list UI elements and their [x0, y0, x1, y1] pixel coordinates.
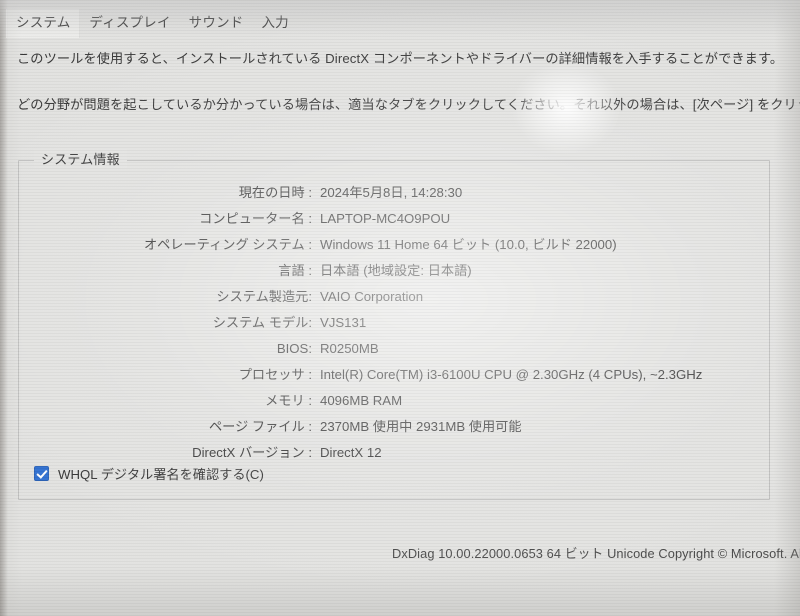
info-row-value: R0250MB	[320, 341, 379, 356]
whql-checkbox-label: WHQL デジタル署名を確認する(C)	[58, 467, 264, 482]
info-row-label: メモリ :	[265, 393, 312, 408]
info-row: ページ ファイル : 2370MB 使用中 2931MB 使用可能	[18, 418, 770, 444]
tab-sound[interactable]: サウンド	[180, 9, 253, 39]
tab-system[interactable]: システム	[6, 8, 81, 38]
tab-input-label: 入力	[261, 14, 289, 30]
info-row-label: 言語 :	[278, 263, 312, 278]
intro-line-1: このツールを使用すると、インストールされている DirectX コンポーネントや…	[17, 51, 784, 66]
tab-sound-label: サウンド	[188, 14, 244, 30]
info-row-label: システム製造元:	[216, 289, 312, 304]
system-info-groupbox-title: システム情報	[34, 149, 127, 168]
info-row-value: LAPTOP-MC4O9POU	[320, 211, 451, 226]
whql-checkbox-row[interactable]: WHQL デジタル署名を確認する(C)	[34, 464, 264, 483]
checkbox-checked-icon[interactable]	[34, 466, 49, 481]
info-row-value: DirectX 12	[320, 445, 382, 460]
info-row: 言語 : 日本語 (地域設定: 日本語)	[18, 262, 770, 288]
info-row-value: 2024年5月8日, 14:28:30	[320, 185, 463, 200]
tab-display-label: ディスプレイ	[89, 14, 171, 30]
info-row: システム モデル: VJS131	[18, 314, 770, 340]
info-row-label: ページ ファイル :	[208, 419, 312, 434]
info-row-label: システム モデル:	[212, 315, 312, 330]
system-info-rows: 現在の日時 : 2024年5月8日, 14:28:30 コンピューター名 : LAPT…	[18, 184, 770, 470]
tab-input[interactable]: 入力	[252, 9, 297, 39]
info-row: コンピューター名 : LAPTOP-MC4O9POU	[18, 210, 770, 236]
intro-line-2: どの分野が問題を起こしているか分かっている場合は、適当なタブをクリックしてくださ…	[17, 97, 800, 112]
info-row-value: 日本語 (地域設定: 日本語)	[320, 263, 472, 278]
tab-display[interactable]: ディスプレイ	[80, 9, 179, 39]
info-row-label: BIOS:	[276, 341, 312, 356]
dxdiag-window: システム ディスプレイ サウンド 入力 このツールを使用すると、インストールされ…	[0, 0, 800, 616]
info-row: オペレーティング システム : Windows 11 Home 64 ビット (1…	[18, 236, 770, 262]
tab-system-label: システム	[16, 14, 71, 30]
info-row-value: VJS131	[320, 315, 367, 330]
info-row: メモリ : 4096MB RAM	[18, 392, 770, 418]
info-row-label: オペレーティング システム :	[143, 237, 312, 252]
footer-version-text: DxDiag 10.00.22000.0653 64 ビット Unicode C…	[392, 546, 800, 561]
info-row: 現在の日時 : 2024年5月8日, 14:28:30	[18, 184, 770, 210]
info-row-value: VAIO Corporation	[320, 289, 424, 304]
info-row-label: 現在の日時 :	[238, 185, 312, 200]
info-row: システム製造元: VAIO Corporation	[18, 288, 770, 314]
info-row-value: Windows 11 Home 64 ビット (10.0, ビルド 22000)	[320, 237, 617, 252]
info-row-value: 2370MB 使用中 2931MB 使用可能	[320, 419, 522, 434]
info-row-label: コンピューター名 :	[199, 211, 312, 226]
tab-bar: システム ディスプレイ サウンド 入力	[0, 0, 800, 38]
info-row-value: 4096MB RAM	[320, 393, 403, 408]
info-row-label: プロセッサ :	[238, 367, 312, 382]
info-row-value: Intel(R) Core(TM) i3-6100U CPU @ 2.30GHz…	[320, 367, 703, 382]
info-row: BIOS: R0250MB	[18, 340, 770, 366]
info-row: プロセッサ : Intel(R) Core(TM) i3-6100U CPU @ …	[18, 366, 770, 392]
info-row-label: DirectX バージョン :	[192, 445, 312, 460]
